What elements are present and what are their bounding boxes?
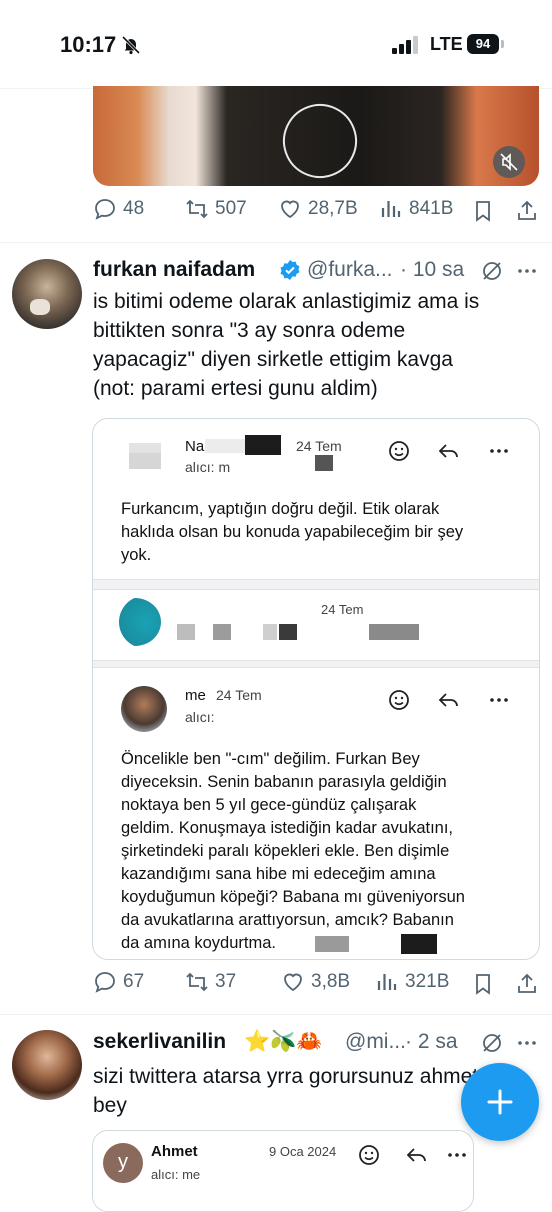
redaction [315,455,333,471]
tweet-actions: 48 507 28,7B 841B [0,197,552,227]
retweet-button[interactable]: 37 [185,970,236,994]
views-icon [377,974,397,990]
redaction [279,624,297,640]
status-time: 10:17 [60,32,117,57]
signal-icon [392,36,418,54]
bookmark-icon[interactable] [471,972,495,996]
sender-avatar: y [103,1143,143,1183]
reply-icon [95,199,115,220]
mute-icon[interactable] [493,146,525,178]
battery-icon: 94 [467,34,505,54]
divider [0,1014,552,1015]
author-handle[interactable]: @mi... [345,1030,406,1054]
avatar[interactable] [12,1030,82,1100]
views-button[interactable]: 841B [379,197,453,221]
reply-count: 67 [123,971,145,992]
redaction [245,435,281,455]
redaction [369,624,419,640]
author-handle[interactable]: @furka... [307,258,393,282]
email-date: 9 Oca 2024 [269,1144,337,1159]
emoji-icon [389,690,409,710]
views-count: 321B [405,971,450,992]
heart-icon [281,200,299,219]
tweet-actions: 67 37 3,8B 321B [0,970,552,1000]
tweet-time: · 10 sa [400,258,465,281]
sender-avatar [121,686,167,732]
email-date: 24 Tem [216,687,262,703]
grok-icon[interactable] [480,259,504,283]
author-name[interactable]: furkan naifadam [93,258,255,282]
retweet-count: 37 [215,971,237,992]
grok-icon[interactable] [480,1031,504,1055]
retweet-icon [186,199,208,219]
more-icon[interactable] [515,1031,539,1055]
email-recipient: alıcı: [185,709,215,725]
share-icon[interactable] [515,972,539,996]
reply-icon [95,972,115,993]
retweet-count: 507 [215,198,247,219]
more-icon [490,698,508,702]
name-emojis: ⭐🫒🦀 [244,1029,323,1053]
redaction [315,936,349,952]
plus-icon [487,1089,513,1115]
email-recipient: alıcı: m [185,459,231,475]
like-button[interactable]: 3,8B [281,970,350,994]
email-body: Öncelikle ben "-cım" değilim. Furkan Bey… [121,750,465,952]
redaction [205,439,245,453]
sender-avatar-blur [129,453,161,469]
bookmark-icon[interactable] [471,199,495,223]
network-label: LTE [430,34,463,54]
like-button[interactable]: 28,7B [278,197,358,221]
divider [0,242,552,243]
views-button[interactable]: 321B [375,970,449,994]
tweet-text: is bitimi odeme olarak anlastigimiz ama … [93,290,480,400]
more-icon[interactable] [515,259,539,283]
reply-arrow-icon [438,444,458,458]
more-icon [448,1153,466,1157]
share-icon[interactable] [515,199,539,223]
emoji-icon [359,1145,379,1165]
silent-bell-icon [121,35,141,55]
email-message: Na 24 Tem alıcı: m Furkancım, yaptığın d… [93,419,539,580]
reply-button[interactable]: 48 [93,197,144,221]
avatar[interactable] [12,259,82,329]
retweet-icon [186,972,208,992]
emoji-icon [389,441,409,461]
verified-badge-icon [280,260,300,280]
retweet-button[interactable]: 507 [185,197,247,221]
more-icon [490,449,508,453]
sender-avatar [109,598,161,646]
email-date: 24 Tem [321,602,364,617]
email-sender: Na [185,438,205,455]
like-count: 3,8B [311,971,351,992]
views-icon [381,201,401,217]
tweet-time: · 2 sa [405,1030,458,1053]
reply-arrow-icon [438,693,458,707]
redaction [213,624,231,640]
like-count: 28,7B [308,198,358,219]
redaction [401,934,437,954]
tweet-image-email-screenshot[interactable]: Na 24 Tem alıcı: m Furkancım, yaptığın d… [92,418,540,960]
email-sender: me [185,687,206,704]
email-sender: Ahmet [151,1143,198,1160]
email-message: me 24 Tem alıcı: Öncelikle ben "-cım" de… [93,667,539,959]
email-message-collapsed: 24 Tem [93,589,539,661]
email-body: Furkancım, yaptığın doğru değil. Etik ol… [121,500,464,564]
shirt-logo [272,93,368,186]
views-count: 841B [409,198,454,219]
redaction [177,624,195,640]
email-recipient: alıcı: me [151,1167,201,1182]
heart-icon [284,973,302,992]
tweet-media-video[interactable] [93,86,539,186]
redaction [263,624,277,640]
status-bar: 10:17 LTE 94 [0,0,552,89]
battery-level: 94 [467,34,499,54]
author-name[interactable]: sekerlivanilin [93,1030,226,1054]
reply-button[interactable]: 67 [93,970,144,994]
reply-arrow-icon [406,1148,426,1162]
compose-button[interactable] [461,1063,539,1141]
email-date: 24 Tem [296,438,342,454]
reply-count: 48 [123,198,145,219]
